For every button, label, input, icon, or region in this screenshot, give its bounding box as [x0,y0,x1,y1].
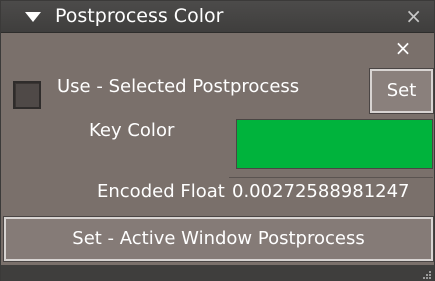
set-button[interactable]: Set [369,68,434,114]
use-selected-checkbox[interactable] [13,81,41,109]
encoded-float-label: Encoded Float [97,181,225,202]
key-color-label: Key Color [89,120,175,141]
key-color-swatch[interactable] [236,119,433,169]
inner-close-icon[interactable]: × [373,37,433,59]
status-bar [1,265,434,281]
resize-grip-icon[interactable] [423,271,431,279]
close-icon[interactable]: × [405,4,422,28]
encoded-float-field[interactable]: 0.00272588981247 [229,177,433,205]
postprocess-color-panel: Postprocess Color × × Use - Selected Pos… [0,0,435,281]
window-title: Postprocess Color [55,5,224,27]
use-selected-label: Use - Selected Postprocess [57,76,300,97]
collapse-triangle-icon[interactable] [25,12,41,22]
title-bar[interactable]: Postprocess Color × [1,1,434,33]
set-active-window-postprocess-button[interactable]: Set - Active Window Postprocess [3,216,434,262]
